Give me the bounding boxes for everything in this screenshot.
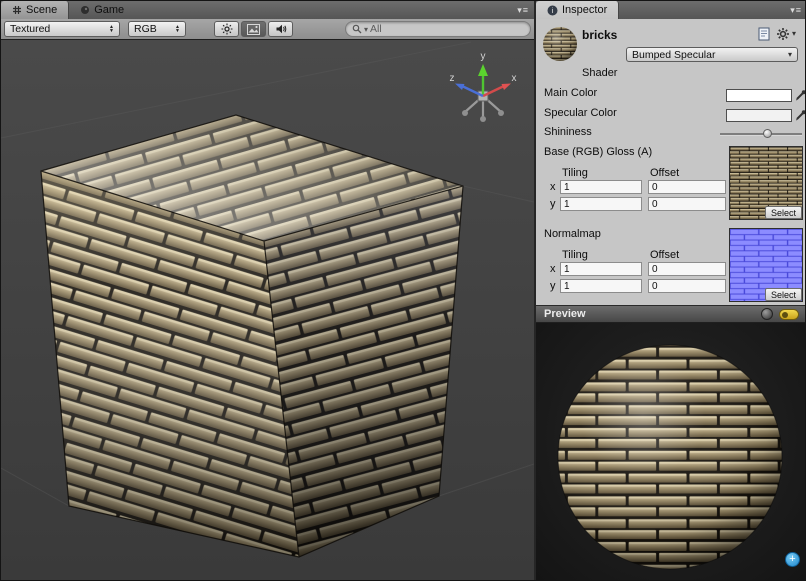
shader-label: Shader <box>582 67 617 79</box>
shader-dropdown[interactable]: Bumped Specular ▾ <box>626 47 798 62</box>
down-arrow-icon: ▼ <box>175 29 180 34</box>
base-tiling-x-input[interactable] <box>560 180 642 194</box>
scene-toolbar: Textured ▲ ▼ RGB ▲ ▼ <box>1 19 534 40</box>
normal-tiling-x-input[interactable] <box>560 262 642 276</box>
scene-viewport[interactable]: y x z <box>1 40 534 580</box>
material-preview-icon <box>542 26 578 62</box>
normal-tiling-label: Tiling <box>562 249 588 261</box>
inspector-content: bricks Shader Bumped Specular ▾ ▾ <box>536 19 806 305</box>
scene-grid-icon <box>12 5 22 15</box>
main-color-label: Main Color <box>544 87 597 99</box>
preview-light-toggle[interactable] <box>779 309 799 320</box>
base-gloss-section-label: Base (RGB) Gloss (A) <box>544 146 652 158</box>
base-tiling-label: Tiling <box>562 167 588 179</box>
preview-sphere-canvas <box>536 323 806 581</box>
help-doc-icon[interactable] <box>757 27 771 41</box>
render-channel-dropdown[interactable]: RGB ▲ ▼ <box>128 21 186 37</box>
search-filter-label: All <box>370 23 382 35</box>
preview-toggle-knob-icon <box>782 312 788 318</box>
tab-scene-label: Scene <box>26 4 57 16</box>
lighting-toggle-button[interactable] <box>214 21 239 37</box>
scene-gizmo[interactable]: y x z <box>450 51 517 122</box>
base-tiling-y-input[interactable] <box>560 197 642 211</box>
tab-inspector[interactable]: i Inspector <box>536 1 619 19</box>
updown-arrows-icon: ▲ ▼ <box>109 25 114 34</box>
specular-color-swatch[interactable] <box>726 109 792 122</box>
gizmo-x-cone[interactable] <box>502 84 512 91</box>
settings-gear-icon[interactable] <box>776 27 790 41</box>
audio-toggle-button[interactable] <box>268 21 293 37</box>
search-icon <box>352 24 362 34</box>
skybox-fx-toggle-button[interactable] <box>241 21 266 37</box>
specular-color-label: Specular Color <box>544 107 617 119</box>
base-texture-thumbnail[interactable]: Select <box>729 146 803 220</box>
game-icon <box>80 5 90 15</box>
base-offset-y-input[interactable] <box>648 197 726 211</box>
preview-sphere-button[interactable] <box>761 308 773 320</box>
base-texture-select-button[interactable]: Select <box>765 206 802 219</box>
normal-tiling-y-input[interactable] <box>560 279 642 293</box>
normal-x-label: x <box>550 263 556 275</box>
base-offset-label: Offset <box>650 167 679 179</box>
inspector-tabwell: i Inspector ▾≡ <box>536 1 806 20</box>
preview-header: Preview <box>536 305 806 323</box>
tab-game[interactable]: Game <box>69 1 135 19</box>
gear-dropdown-arrow-icon[interactable]: ▾ <box>792 29 796 38</box>
shader-value: Bumped Specular <box>632 49 715 61</box>
material-name: bricks <box>582 28 617 42</box>
shader-dropdown-arrow-icon: ▾ <box>788 50 792 59</box>
tab-inspector-label: Inspector <box>562 4 607 16</box>
gizmo-y-cone[interactable] <box>478 64 488 76</box>
normalmap-select-button[interactable]: Select <box>765 288 802 301</box>
tab-scene[interactable]: Scene <box>1 1 69 19</box>
tab-game-label: Game <box>94 4 124 16</box>
scene-panel: Scene Game ▾≡ Textured ▲ ▼ RGB <box>1 1 534 580</box>
brick-cube[interactable] <box>41 115 463 557</box>
inspector-icon: i <box>547 5 558 16</box>
normalmap-section-label: Normalmap <box>544 228 601 240</box>
base-y-label: y <box>550 198 556 210</box>
updown-arrows-icon: ▲ ▼ <box>175 25 180 34</box>
image-icon <box>247 24 260 35</box>
main-color-eyedropper-icon[interactable] <box>795 88 806 101</box>
gizmo-y-label: y <box>481 51 486 62</box>
scene-toggle-group <box>214 21 293 37</box>
gizmo-back-cone[interactable] <box>462 110 468 116</box>
down-arrow-icon: ▼ <box>109 29 114 34</box>
specular-color-eyedropper-icon[interactable] <box>795 108 806 121</box>
draw-mode-dropdown[interactable]: Textured ▲ ▼ <box>4 21 120 37</box>
search-field[interactable]: ▾ All <box>345 21 531 37</box>
unity-editor-window: Scene Game ▾≡ Textured ▲ ▼ RGB <box>0 0 806 581</box>
scene-panel-menu-icon[interactable]: ▾≡ <box>512 5 534 16</box>
gizmo-x-label: x <box>512 73 517 84</box>
search-filter-arrow-icon[interactable]: ▾ <box>364 25 368 34</box>
shininess-slider[interactable] <box>720 127 802 140</box>
speaker-icon <box>275 23 287 35</box>
draw-mode-value: Textured <box>10 23 50 35</box>
scene-tabwell: Scene Game ▾≡ <box>1 1 534 20</box>
normal-offset-x-input[interactable] <box>648 262 726 276</box>
gizmo-z-cone[interactable] <box>455 84 465 91</box>
base-offset-x-input[interactable] <box>648 180 726 194</box>
sun-icon <box>221 23 233 35</box>
shininess-label: Shininess <box>544 126 592 138</box>
normal-offset-y-input[interactable] <box>648 279 726 293</box>
base-x-label: x <box>550 181 556 193</box>
scene-3d-canvas: y x z <box>1 40 534 580</box>
inspector-panel: i Inspector ▾≡ bricks Shader Bumped Spec… <box>534 1 806 580</box>
preview-header-label: Preview <box>544 308 586 320</box>
shininess-slider-track[interactable] <box>720 133 802 136</box>
shininess-slider-thumb[interactable] <box>763 129 772 138</box>
inspector-panel-menu-icon[interactable]: ▾≡ <box>785 5 806 16</box>
normalmap-thumbnail[interactable]: Select <box>729 228 803 302</box>
render-channel-value: RGB <box>134 23 157 35</box>
gizmo-back-cone[interactable] <box>498 110 504 116</box>
preview-add-button[interactable]: + <box>785 552 800 567</box>
gizmo-z-label: z <box>450 73 455 84</box>
normal-offset-label: Offset <box>650 249 679 261</box>
normal-y-label: y <box>550 280 556 292</box>
preview-area[interactable]: + <box>536 323 806 580</box>
main-color-swatch[interactable] <box>726 89 792 102</box>
gizmo-back-cone[interactable] <box>480 116 486 122</box>
